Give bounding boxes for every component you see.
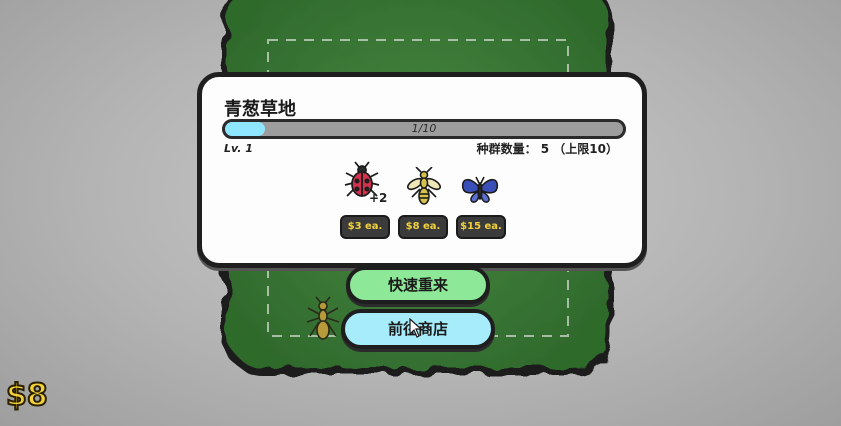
progress-bar: 1/10	[222, 119, 626, 139]
habitat-panel: 青葱草地 1/10 Lv. 1 种群数量： 5 （上限10） +2 $3 ea.…	[197, 72, 647, 268]
wasp-icon[interactable]	[404, 167, 444, 207]
wasp-price-badge: $8 ea.	[398, 215, 448, 239]
habitat-title: 青葱草地	[224, 99, 296, 120]
money-counter: $8	[5, 377, 49, 414]
quick-restart-button[interactable]: 快速重来	[346, 266, 490, 304]
mouse-cursor-icon	[409, 318, 423, 338]
ladybug-count-bonus: +2	[369, 191, 388, 205]
level-label: Lv. 1	[224, 142, 253, 155]
progress-text: 1/10	[411, 122, 437, 135]
population-label: 种群数量： 5 （上限10）	[476, 142, 618, 156]
butterfly-price-badge: $15 ea.	[456, 215, 506, 239]
butterfly-icon[interactable]	[460, 170, 500, 210]
ant-icon[interactable]	[300, 296, 346, 342]
ladybug-price-badge: $3 ea.	[340, 215, 390, 239]
